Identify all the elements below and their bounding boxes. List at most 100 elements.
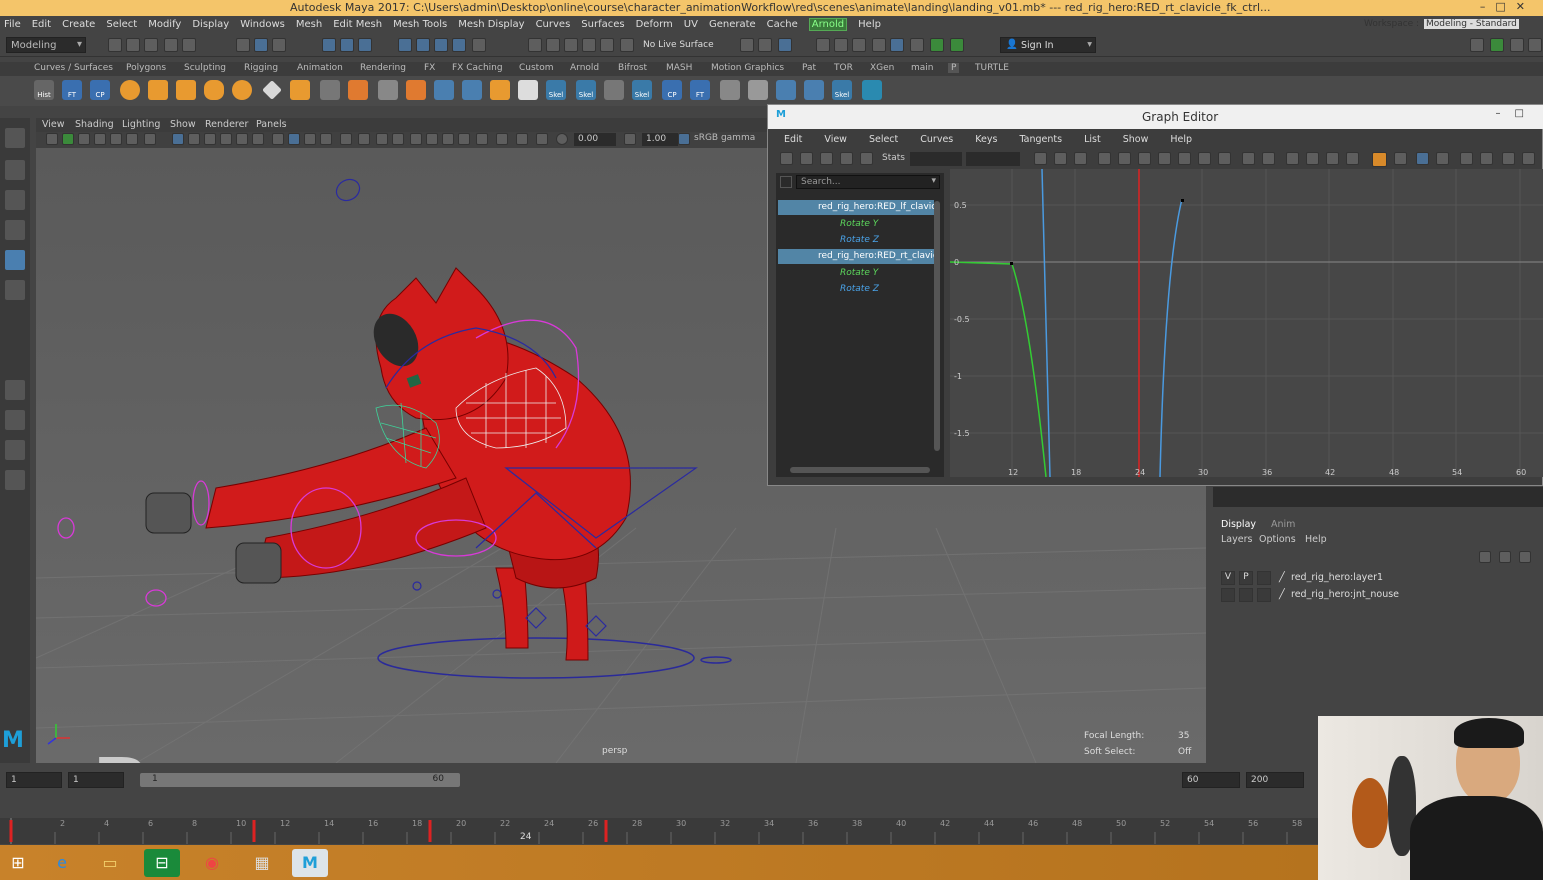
internet-explorer-icon[interactable]: e: [44, 849, 80, 877]
camera-select-icon[interactable]: [46, 133, 58, 145]
buffer-curve-snapshot-icon[interactable]: [1242, 152, 1255, 165]
outliner-node-lf-clavicle[interactable]: red_rig_hero:RED_lf_clavicl: [778, 200, 934, 215]
ge-menu-tangents[interactable]: Tangents: [1019, 134, 1062, 145]
input-ops-icon[interactable]: [740, 38, 754, 52]
lattice-icon[interactable]: [720, 80, 740, 100]
frame-all-icon[interactable]: [1034, 152, 1047, 165]
exposure-icon[interactable]: [556, 133, 568, 145]
auto-tangent-icon[interactable]: [1098, 152, 1111, 165]
character-controls-icon[interactable]: [930, 38, 944, 52]
new-layer-icon[interactable]: [1519, 551, 1531, 563]
color-management-icon[interactable]: [678, 133, 690, 145]
spline-tangent-icon[interactable]: [1118, 152, 1131, 165]
combine-icon[interactable]: [348, 80, 368, 100]
select-by-joint-icon[interactable]: [340, 38, 354, 52]
new-scene-icon[interactable]: [108, 38, 122, 52]
move-tool-icon[interactable]: [5, 220, 25, 240]
safe-action-icon[interactable]: [458, 133, 470, 145]
menu-help[interactable]: Help: [858, 19, 881, 30]
shelf-tab-curves-surfaces[interactable]: Curves / Surfaces: [34, 63, 113, 73]
vp-menu-panels[interactable]: Panels: [256, 119, 287, 130]
shelf-tab-arnold[interactable]: Arnold: [570, 63, 599, 73]
grid-icon[interactable]: [320, 80, 340, 100]
maya-logo-icon[interactable]: [862, 80, 882, 100]
shelf-tab-turtle[interactable]: TURTLE: [975, 63, 1009, 73]
toggle-channel-box-icon[interactable]: [1490, 38, 1504, 52]
select-by-handle-icon[interactable]: [322, 38, 336, 52]
open-scene-icon[interactable]: [126, 38, 140, 52]
grid-toggle-icon[interactable]: [144, 133, 156, 145]
hypershade-icon[interactable]: [872, 38, 886, 52]
render-current-icon[interactable]: [816, 38, 830, 52]
value-snap-icon[interactable]: [1436, 152, 1449, 165]
gate-mask-icon[interactable]: [426, 133, 438, 145]
free-tangent-weight-icon[interactable]: [1326, 152, 1339, 165]
post-infinity-icon[interactable]: [1522, 152, 1535, 165]
layer-visibility-toggle[interactable]: [1221, 588, 1235, 602]
skel-button-4[interactable]: Skel: [832, 80, 852, 100]
select-by-curve-icon[interactable]: [358, 38, 372, 52]
layer-playback-toggle[interactable]: P: [1239, 571, 1253, 585]
menu-curves[interactable]: Curves: [536, 19, 571, 30]
vp-menu-show[interactable]: Show: [170, 119, 196, 130]
menu-display[interactable]: Display: [192, 19, 229, 30]
mode-dropdown[interactable]: Modeling: [6, 37, 86, 53]
shelf-tab-tor[interactable]: TOR: [834, 63, 853, 73]
wireframe-on-shaded-icon[interactable]: [204, 133, 216, 145]
animation-start-field[interactable]: 1: [6, 772, 62, 788]
ge-menu-show[interactable]: Show: [1123, 134, 1149, 145]
undo-icon[interactable]: [164, 38, 178, 52]
layer-row[interactable]: ╱ red_rig_hero:jnt_nouse: [1221, 588, 1541, 604]
outliner-attr-lf-rotate-z[interactable]: Rotate Z: [778, 233, 934, 248]
playback-end-field[interactable]: 60: [1182, 772, 1240, 788]
select-component-icon[interactable]: [272, 38, 286, 52]
menu-file[interactable]: File: [4, 19, 21, 30]
shelf-tab-bifrost[interactable]: Bifrost: [618, 63, 647, 73]
cube-icon[interactable]: [148, 80, 168, 100]
time-slider[interactable]: 2 4 6 8 10 12 14 16 18 20 22 24 26 28 30 32 34 36 38 40 42 44…: [0, 818, 1318, 844]
shelf-tab-rigging[interactable]: Rigging: [244, 63, 278, 73]
scale-tool-icon[interactable]: [5, 280, 25, 300]
workspace-dropdown[interactable]: Modeling - Standard: [1424, 19, 1519, 29]
antialias-icon[interactable]: [304, 133, 316, 145]
stats-value-field[interactable]: [966, 152, 1020, 166]
image-plane-icon[interactable]: [94, 133, 106, 145]
denormalize-icon[interactable]: [1480, 152, 1493, 165]
skel-button-3[interactable]: Skel: [632, 80, 652, 100]
normalize-icon[interactable]: [1460, 152, 1473, 165]
menu-modify[interactable]: Modify: [148, 19, 181, 30]
unify-tangents-icon[interactable]: [1306, 152, 1319, 165]
store-icon[interactable]: ⊟: [144, 849, 180, 877]
shelf-tab-polygons[interactable]: Polygons: [126, 63, 166, 73]
stats-time-field[interactable]: [910, 152, 962, 166]
xray-joints-icon[interactable]: [376, 133, 388, 145]
shadows-icon[interactable]: [252, 133, 264, 145]
output-ops-icon[interactable]: [758, 38, 772, 52]
shelf-tab-animation[interactable]: Animation: [297, 63, 343, 73]
field-chart-icon[interactable]: [442, 133, 454, 145]
sphere-icon[interactable]: [120, 80, 140, 100]
torus-icon[interactable]: [232, 80, 252, 100]
move-layer-down-icon[interactable]: [1499, 551, 1511, 563]
layer-playback-toggle[interactable]: [1239, 588, 1253, 602]
graph-editor-titlebar[interactable]: M Graph Editor –□: [768, 105, 1543, 129]
select-tool-icon[interactable]: [5, 128, 25, 148]
vp-menu-lighting[interactable]: Lighting: [122, 119, 160, 130]
menu-mesh-tools[interactable]: Mesh Tools: [393, 19, 447, 30]
ge-menu-list[interactable]: List: [1084, 134, 1101, 145]
toggle-tool-settings-icon[interactable]: [1510, 38, 1524, 52]
menu-cache[interactable]: Cache: [767, 19, 798, 30]
camera-gate-icon[interactable]: [516, 133, 528, 145]
tab-anim[interactable]: Anim: [1271, 519, 1295, 530]
time-snap-icon[interactable]: [1416, 152, 1429, 165]
skel-button-1[interactable]: Skel: [546, 80, 566, 100]
maya-taskbar-icon[interactable]: M: [292, 849, 328, 877]
ge-menu-help[interactable]: Help: [1170, 134, 1192, 145]
skel-button-2[interactable]: Skel: [576, 80, 596, 100]
tab-display[interactable]: Display: [1221, 519, 1256, 530]
shelf-tab-fx-caching[interactable]: FX Caching: [452, 63, 503, 73]
layer-name[interactable]: red_rig_hero:jnt_nouse: [1291, 589, 1399, 600]
safe-title-icon[interactable]: [476, 133, 488, 145]
pipe-icon[interactable]: [290, 80, 310, 100]
diamond-icon[interactable]: [262, 80, 282, 100]
